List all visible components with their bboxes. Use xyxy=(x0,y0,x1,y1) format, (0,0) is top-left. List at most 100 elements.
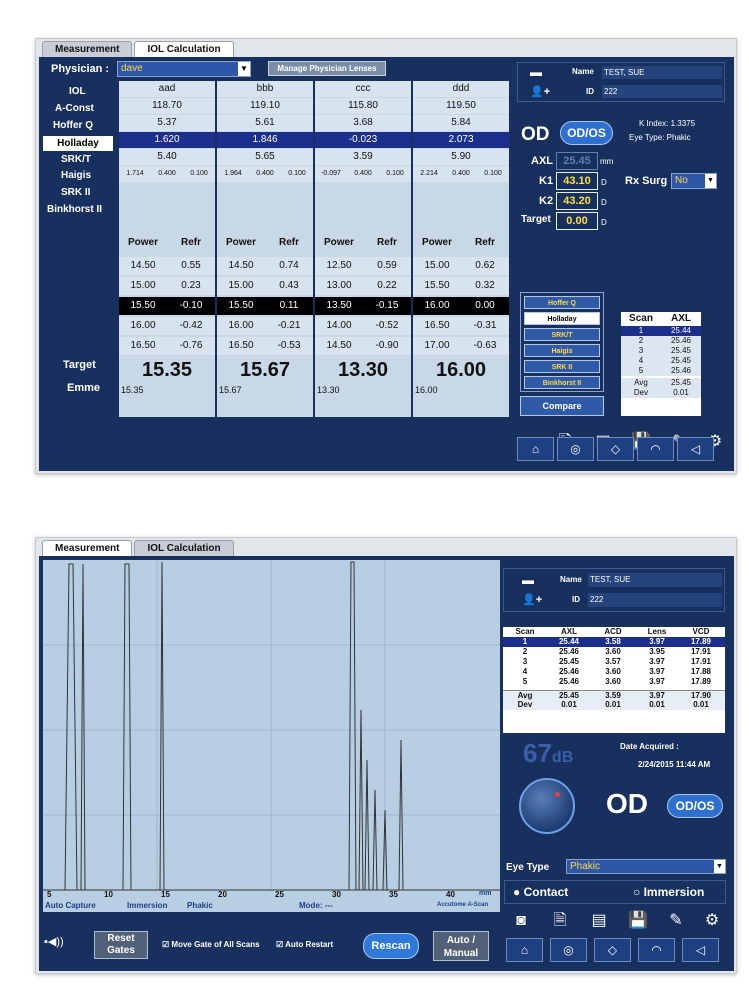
gear-icon[interactable]: ⚙ xyxy=(698,909,726,933)
folder-icon[interactable]: ▬ xyxy=(522,573,534,587)
k1-value[interactable]: 43.10 xyxy=(556,172,598,190)
refr-cell[interactable]: 0.22 xyxy=(363,277,411,295)
hoffer-q-value[interactable]: 3.68 xyxy=(315,115,411,131)
refr-cell[interactable]: -0.15 xyxy=(363,297,411,315)
immersion-option[interactable]: ○ Immersion xyxy=(633,881,704,903)
srkt-value[interactable]: 5.65 xyxy=(217,149,313,165)
refr-cell[interactable]: 0.11 xyxy=(265,297,313,315)
formula-option[interactable]: Hoffer Q xyxy=(524,296,600,309)
printer-icon[interactable]: ▤ xyxy=(585,909,613,933)
pachymetry-icon[interactable]: ◁ xyxy=(682,938,719,962)
haigis-constant[interactable]: 0.400 xyxy=(249,166,281,182)
power-cell[interactable]: 17.00 xyxy=(413,337,461,355)
tab-iol-calculation[interactable]: IOL Calculation xyxy=(134,540,234,556)
camera-icon[interactable]: ◙ xyxy=(507,909,535,933)
refr-cell[interactable]: 0.74 xyxy=(265,257,313,275)
formula-option[interactable]: SRK II xyxy=(524,360,600,373)
move-gate-checkbox[interactable]: ☑ Move Gate of All Scans xyxy=(162,940,260,949)
haigis-constant[interactable]: 0.100 xyxy=(183,166,215,182)
power-cell[interactable]: 16.50 xyxy=(413,317,461,335)
refr-cell[interactable]: 0.59 xyxy=(363,257,411,275)
power-cell[interactable]: 16.00 xyxy=(217,317,265,335)
refr-cell[interactable]: -0.76 xyxy=(167,337,215,355)
lens-name[interactable]: bbb xyxy=(217,81,313,97)
power-cell[interactable]: 16.50 xyxy=(119,337,167,355)
refr-cell[interactable]: 0.43 xyxy=(265,277,313,295)
power-cell[interactable]: 14.50 xyxy=(217,257,265,275)
holladay-value[interactable]: 1.846 xyxy=(217,132,313,148)
scan-row[interactable]: 5 25.46 xyxy=(621,366,701,376)
refr-cell[interactable]: 0.62 xyxy=(461,257,509,275)
power-cell[interactable]: 15.50 xyxy=(119,297,167,315)
power-cell[interactable]: 12.50 xyxy=(315,257,363,275)
ubm-icon[interactable]: ◠ xyxy=(637,437,674,461)
power-cell[interactable]: 15.00 xyxy=(413,257,461,275)
biometry-row[interactable]: 3 25.45 3.57 3.97 17.91 xyxy=(503,657,725,667)
formula-option[interactable]: SRK/T xyxy=(524,328,600,341)
refr-cell[interactable]: 0.23 xyxy=(167,277,215,295)
haigis-constant[interactable]: 0.100 xyxy=(281,166,313,182)
reset-gates-button[interactable]: Reset Gates xyxy=(94,931,148,959)
power-cell[interactable]: 14.50 xyxy=(119,257,167,275)
pencil-icon[interactable]: ✎ xyxy=(662,909,690,933)
power-cell[interactable]: 15.50 xyxy=(217,297,265,315)
tab-iol-calculation[interactable]: IOL Calculation xyxy=(134,41,234,57)
refr-cell[interactable]: 0.55 xyxy=(167,257,215,275)
haigis-constant[interactable]: 0.400 xyxy=(445,166,477,182)
holladay-value[interactable]: 2.073 xyxy=(413,132,509,148)
scan-row[interactable]: 1 25.44 xyxy=(621,326,701,336)
physician-select[interactable]: dave ▼ xyxy=(117,61,251,77)
biometry-row[interactable]: 1 25.44 3.58 3.97 17.89 xyxy=(503,637,725,647)
speaker-icon[interactable]: ▪◀)) xyxy=(44,935,64,948)
haigis-constant[interactable]: -0.097 xyxy=(315,166,347,182)
home-icon[interactable]: ⌂ xyxy=(517,437,554,461)
lens-name[interactable]: ccc xyxy=(315,81,411,97)
scan-row[interactable]: 3 25.45 xyxy=(621,346,701,356)
rx-surg-select[interactable]: No ▼ xyxy=(671,173,717,189)
biometry-row[interactable]: 2 25.46 3.60 3.95 17.91 xyxy=(503,647,725,657)
od-os-button[interactable]: OD/OS xyxy=(667,794,723,818)
biometry-row[interactable]: 5 25.46 3.60 3.97 17.89 xyxy=(503,677,725,687)
haigis-constant[interactable]: 0.100 xyxy=(477,166,509,182)
a-const-value[interactable]: 118.70 xyxy=(119,98,215,114)
gain-knob[interactable] xyxy=(519,778,575,834)
srkt-value[interactable]: 5.90 xyxy=(413,149,509,165)
refr-cell[interactable]: 0.32 xyxy=(461,277,509,295)
power-cell[interactable]: 15.00 xyxy=(217,277,265,295)
haigis-constant[interactable]: 1.964 xyxy=(217,166,249,182)
biometry-row[interactable]: 4 25.46 3.60 3.97 17.88 xyxy=(503,667,725,677)
tab-measurement[interactable]: Measurement xyxy=(42,41,133,57)
a-const-value[interactable]: 119.10 xyxy=(217,98,313,114)
auto-restart-checkbox[interactable]: ☑ Auto Restart xyxy=(276,940,333,949)
ubm-icon[interactable]: ◠ xyxy=(638,938,675,962)
refr-cell[interactable]: -0.10 xyxy=(167,297,215,315)
haigis-constant[interactable]: 0.400 xyxy=(151,166,183,182)
power-cell[interactable]: 14.50 xyxy=(315,337,363,355)
haigis-constant[interactable]: 1.714 xyxy=(119,166,151,182)
tab-measurement[interactable]: Measurement xyxy=(42,540,133,556)
formula-option[interactable]: Binkhorst II xyxy=(524,376,600,389)
refr-cell[interactable]: -0.52 xyxy=(363,317,411,335)
power-cell[interactable]: 16.00 xyxy=(119,317,167,335)
a-scan-icon[interactable]: ◎ xyxy=(550,938,587,962)
eye-type-select[interactable]: Phakic ▼ xyxy=(566,859,726,874)
power-cell[interactable]: 15.50 xyxy=(413,277,461,295)
hoffer-q-value[interactable]: 5.84 xyxy=(413,115,509,131)
a-scan-waveform[interactable]: 5 10 15 20 25 30 35 40 mm xyxy=(43,560,500,900)
lens-name[interactable]: aad xyxy=(119,81,215,97)
pachymetry-icon[interactable]: ◁ xyxy=(677,437,714,461)
rescan-button[interactable]: Rescan xyxy=(363,933,419,959)
refr-cell[interactable]: -0.42 xyxy=(167,317,215,335)
save-icon[interactable]: 💾 xyxy=(624,909,652,933)
target-refraction-value[interactable]: 0.00 xyxy=(556,212,598,230)
home-icon[interactable]: ⌂ xyxy=(506,938,543,962)
add-patient-icon[interactable]: 👤+ xyxy=(530,85,550,98)
power-cell[interactable]: 13.50 xyxy=(315,297,363,315)
formula-option[interactable]: Holladay xyxy=(524,312,600,325)
formula-option[interactable]: Haigis xyxy=(524,344,600,357)
refr-cell[interactable]: -0.21 xyxy=(265,317,313,335)
haigis-constant[interactable]: 2.214 xyxy=(413,166,445,182)
power-cell[interactable]: 14.00 xyxy=(315,317,363,335)
refr-cell[interactable]: -0.31 xyxy=(461,317,509,335)
refr-cell[interactable]: 0.00 xyxy=(461,297,509,315)
